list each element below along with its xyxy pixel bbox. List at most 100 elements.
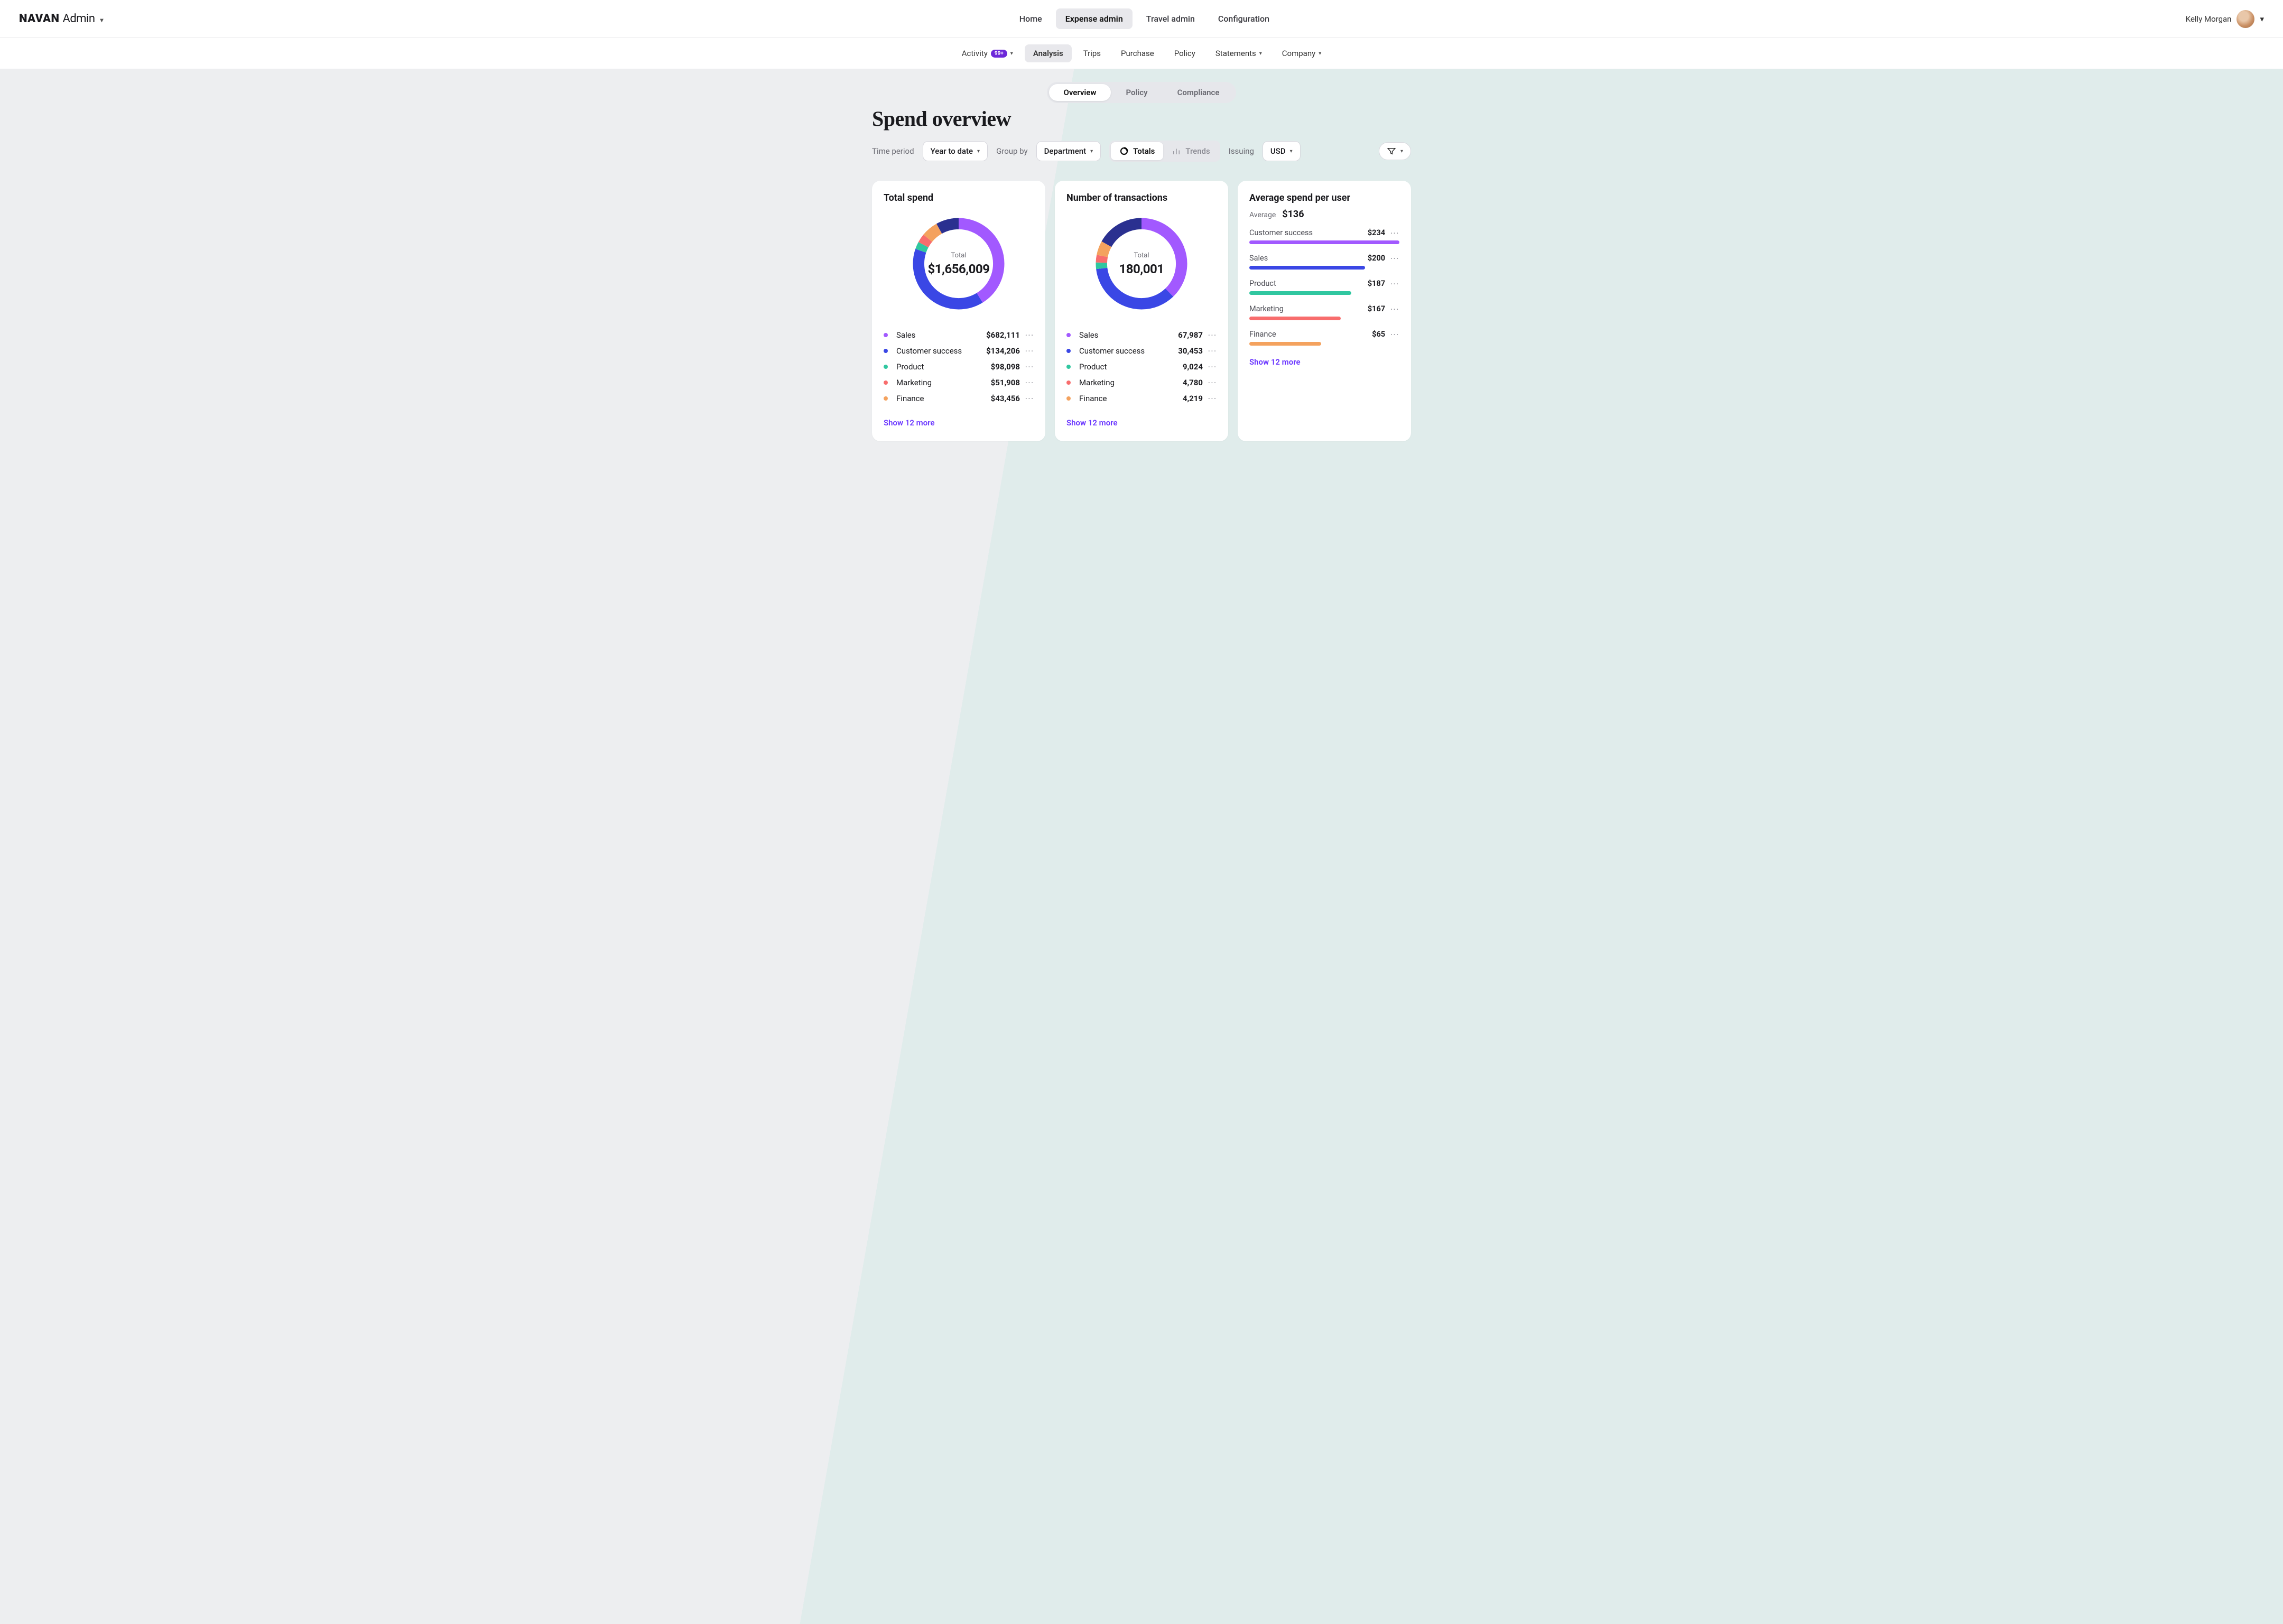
legend: Sales67,987···Customer success30,453···P… (1066, 327, 1217, 406)
kebab-icon[interactable]: ··· (1390, 229, 1399, 237)
brand-context: Admin (62, 12, 95, 25)
chevron-down-icon: ▾ (1400, 149, 1403, 154)
subnav-company[interactable]: Company ▾ (1274, 44, 1330, 62)
kebab-icon[interactable]: ··· (1025, 395, 1034, 402)
show-more-link[interactable]: Show 12 more (1249, 357, 1399, 367)
bars-icon (1172, 146, 1181, 156)
time-period-select[interactable]: Year to date ▾ (923, 141, 988, 161)
legend-value: 4,780 (1183, 378, 1203, 387)
donut-center-label: Total (1134, 252, 1149, 259)
legend-value: $98,098 (991, 362, 1020, 372)
bar-track (1249, 317, 1399, 320)
kebab-icon[interactable]: ··· (1208, 379, 1217, 386)
subnav-trips[interactable]: Trips (1075, 44, 1109, 62)
subnav-item-label: Company (1282, 49, 1315, 58)
bar-name: Marketing (1249, 304, 1362, 313)
legend-name: Customer success (1079, 346, 1173, 356)
bar-name: Product (1249, 279, 1362, 288)
legend: Sales $682,111 ··· Customer success $134,206… (884, 327, 1034, 406)
stage: Overview Policy Compliance Spend overvie… (0, 69, 2283, 1624)
nav-home[interactable]: Home (1010, 8, 1052, 29)
issuing-select[interactable]: USD ▾ (1263, 141, 1301, 161)
group-by-select[interactable]: Department ▾ (1036, 141, 1101, 161)
chevron-down-icon: ▾ (1290, 149, 1293, 154)
toggle-label: Totals (1133, 146, 1155, 156)
bar-track (1249, 291, 1399, 295)
legend-item: Product $98,098 ··· (884, 359, 1034, 375)
legend-item: Sales67,987··· (1066, 327, 1217, 343)
seg-overview[interactable]: Overview (1049, 84, 1111, 101)
chevron-down-icon: ▾ (1259, 51, 1262, 57)
kebab-icon[interactable]: ··· (1025, 363, 1034, 370)
legend-value: $134,206 (986, 346, 1020, 356)
chevron-down-icon: ▾ (100, 16, 104, 24)
kebab-icon[interactable]: ··· (1025, 347, 1034, 355)
toggle-totals[interactable]: Totals (1111, 142, 1163, 160)
kebab-icon[interactable]: ··· (1390, 280, 1399, 287)
kebab-icon[interactable]: ··· (1208, 395, 1217, 402)
legend-name: Product (896, 362, 986, 372)
show-more-link[interactable]: Show 12 more (1066, 418, 1217, 428)
kebab-icon[interactable]: ··· (1208, 363, 1217, 370)
kebab-icon[interactable]: ··· (1390, 305, 1399, 313)
bar-value: $234 (1368, 228, 1385, 237)
card-title: Number of transactions (1066, 192, 1217, 203)
filter-bar: Time period Year to date ▾ Group by Depa… (872, 141, 1411, 162)
subnav-item-label: Policy (1174, 49, 1195, 58)
bar-name: Finance (1249, 330, 1367, 339)
nav-configuration[interactable]: Configuration (1209, 8, 1279, 29)
kebab-icon[interactable]: ··· (1390, 331, 1399, 338)
subnav-analysis[interactable]: Analysis (1025, 44, 1072, 62)
legend-value: 4,219 (1183, 394, 1203, 403)
kebab-icon[interactable]: ··· (1025, 331, 1034, 339)
kebab-icon[interactable]: ··· (1208, 347, 1217, 355)
legend-name: Sales (896, 330, 981, 340)
bar-item: Marketing $167 ··· (1249, 304, 1399, 320)
subnav-item-label: Statements (1215, 49, 1256, 58)
legend-dot (884, 396, 888, 401)
legend-item: Marketing 4,780 ··· (1066, 375, 1217, 391)
legend-dot (884, 381, 888, 385)
show-more-link[interactable]: Show 12 more (884, 418, 1034, 428)
bar-value: $200 (1368, 254, 1385, 263)
nav-expense-admin[interactable]: Expense admin (1056, 8, 1133, 29)
legend-value: $682,111 (986, 330, 1020, 340)
kebab-icon[interactable]: ··· (1390, 255, 1399, 262)
cards-grid: Total spend Total $1,656,009 Sales$682,1… (872, 181, 1411, 441)
seg-policy[interactable]: Policy (1111, 84, 1162, 101)
bar-value: $167 (1368, 304, 1385, 313)
average-label: Average (1249, 211, 1276, 219)
subnav-activity[interactable]: Activity 99+ ▾ (953, 44, 1022, 62)
legend-dot (1066, 333, 1071, 337)
nav-travel-admin[interactable]: Travel admin (1137, 8, 1204, 29)
issuing-label: Issuing (1229, 146, 1254, 156)
legend-item: Finance$43,456··· (884, 391, 1034, 406)
legend-dot (1066, 349, 1071, 353)
time-period-label: Time period (872, 146, 914, 156)
subnav-item-label: Analysis (1033, 49, 1063, 58)
avatar (2236, 10, 2254, 28)
brand-switcher[interactable]: NAVAN Admin ▾ (19, 12, 103, 25)
select-value: Year to date (931, 146, 973, 156)
bar-fill (1249, 342, 1321, 346)
toggle-trends[interactable]: Trends (1163, 142, 1218, 160)
user-menu[interactable]: Kelly Morgan ▾ (2186, 10, 2264, 28)
card-transactions: Number of transactions Total 180,001 Sal… (1055, 181, 1228, 441)
subnav-purchase[interactable]: Purchase (1112, 44, 1163, 62)
kebab-icon[interactable]: ··· (1208, 331, 1217, 339)
count-badge: 99+ (991, 50, 1007, 58)
subnav-item-label: Trips (1083, 49, 1101, 58)
filter-button[interactable]: ▾ (1379, 142, 1411, 160)
toggle-label: Trends (1185, 146, 1210, 156)
legend-item: Finance4,219··· (1066, 391, 1217, 406)
legend-name: Marketing (1079, 378, 1177, 387)
kebab-icon[interactable]: ··· (1025, 379, 1034, 386)
subnav-statements[interactable]: Statements ▾ (1207, 44, 1270, 62)
card-avg-spend: Average spend per user Average $136 Cust… (1238, 181, 1411, 441)
legend-value: $43,456 (991, 394, 1020, 403)
legend-item: Product9,024··· (1066, 359, 1217, 375)
legend-name: Customer success (896, 346, 981, 356)
subnav-policy[interactable]: Policy (1166, 44, 1204, 62)
seg-compliance[interactable]: Compliance (1163, 84, 1235, 101)
chevron-down-icon: ▾ (1319, 51, 1321, 57)
